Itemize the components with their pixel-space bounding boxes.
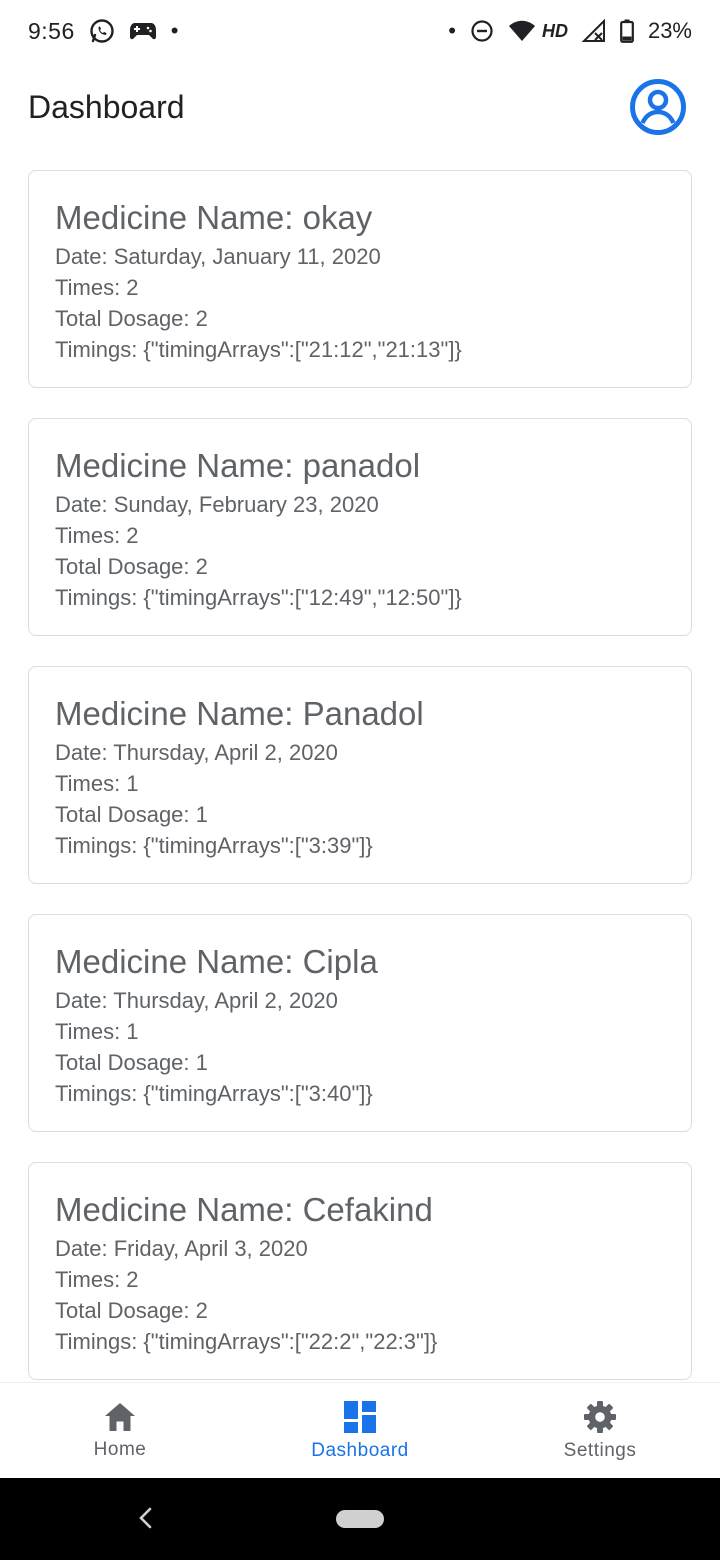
- medicine-name: Medicine Name: Cefakind: [55, 1191, 433, 1228]
- account-circle-icon: [630, 79, 686, 135]
- medicine-times: Times: 1: [55, 1019, 139, 1044]
- medicine-date: Date: Thursday, April 2, 2020: [55, 740, 338, 765]
- medicine-dosage: Total Dosage: 2: [55, 306, 208, 331]
- medicine-timings: Timings: {"timingArrays":["22:2","22:3"]…: [55, 1329, 438, 1354]
- nav-item-home[interactable]: Home: [20, 1401, 220, 1461]
- bottom-navigation: Home Dashboard Settings: [0, 1382, 720, 1479]
- home-icon: [105, 1403, 135, 1431]
- medicine-card[interactable]: Medicine Name: Cefakind Date: Friday, Ap…: [28, 1162, 692, 1380]
- nav-label-settings: Settings: [563, 1440, 637, 1461]
- medicine-times: Times: 1: [55, 771, 139, 796]
- medicine-timings: Timings: {"timingArrays":["3:40"]}: [55, 1081, 373, 1106]
- battery-icon: [620, 19, 634, 43]
- page-title: Dashboard: [28, 88, 185, 125]
- medicine-card[interactable]: Medicine Name: Cipla Date: Thursday, Apr…: [28, 914, 692, 1132]
- medicine-name: Medicine Name: okay: [55, 199, 373, 236]
- medicine-date: Date: Thursday, April 2, 2020: [55, 988, 338, 1013]
- nav-label-home: Home: [93, 1439, 147, 1460]
- nav-item-dashboard[interactable]: Dashboard: [260, 1400, 460, 1462]
- medicine-card[interactable]: Medicine Name: panadol Date: Sunday, Feb…: [28, 418, 692, 636]
- medicine-date: Date: Friday, April 3, 2020: [55, 1236, 308, 1261]
- medicine-times: Times: 2: [55, 1267, 139, 1292]
- whatsapp-icon: [89, 18, 115, 44]
- nav-label-dashboard: Dashboard: [311, 1440, 409, 1461]
- medicine-dosage: Total Dosage: 1: [55, 802, 208, 827]
- profile-button[interactable]: [628, 77, 688, 137]
- battery-percentage: 23%: [647, 18, 692, 43]
- medicine-timings: Timings: {"timingArrays":["3:39"]}: [55, 833, 373, 858]
- system-navigation-bar: [0, 1478, 720, 1560]
- settings-icon: [584, 1401, 616, 1433]
- medicine-date: Date: Saturday, January 11, 2020: [55, 244, 381, 269]
- medicine-name: Medicine Name: Panadol: [55, 695, 424, 732]
- medicine-dosage: Total Dosage: 2: [55, 1298, 208, 1323]
- back-icon[interactable]: [136, 1506, 156, 1530]
- medicine-timings: Timings: {"timingArrays":["12:49","12:50…: [55, 585, 462, 610]
- medicine-name: Medicine Name: panadol: [55, 447, 421, 484]
- do-not-disturb-icon: [470, 19, 494, 43]
- medicine-dosage: Total Dosage: 1: [55, 1050, 208, 1075]
- nav-item-settings[interactable]: Settings: [500, 1400, 700, 1462]
- medicine-date: Date: Sunday, February 23, 2020: [55, 492, 379, 517]
- status-right: • HD 23%: [448, 18, 692, 44]
- notification-dot-right: •: [448, 18, 456, 43]
- status-time: 9:56: [28, 17, 75, 44]
- screen: 9:56 • • HD 23% Dashboard Medicine Name:…: [0, 0, 720, 1560]
- notification-dot: •: [170, 18, 179, 43]
- medicine-times: Times: 2: [55, 275, 139, 300]
- medicine-name: Medicine Name: Cipla: [55, 943, 378, 980]
- home-gesture-pill[interactable]: [336, 1510, 384, 1528]
- app-bar: Dashboard: [0, 62, 720, 152]
- wifi-icon: [508, 20, 536, 42]
- medicine-card[interactable]: Medicine Name: Panadol Date: Thursday, A…: [28, 666, 692, 884]
- medicine-card[interactable]: Medicine Name: okay Date: Saturday, Janu…: [28, 170, 692, 388]
- dashboard-icon: [344, 1401, 376, 1433]
- network-label: HD: [541, 20, 568, 41]
- status-left: 9:56 •: [28, 18, 178, 45]
- medicine-times: Times: 2: [55, 523, 139, 548]
- status-bar: 9:56 • • HD 23%: [0, 0, 720, 62]
- signal-icon: [581, 19, 606, 43]
- game-controller-icon: [129, 20, 157, 42]
- medicine-dosage: Total Dosage: 2: [55, 554, 208, 579]
- medicine-timings: Timings: {"timingArrays":["21:12","21:13…: [55, 337, 462, 362]
- medicine-list: Medicine Name: okay Date: Saturday, Janu…: [28, 170, 692, 1410]
